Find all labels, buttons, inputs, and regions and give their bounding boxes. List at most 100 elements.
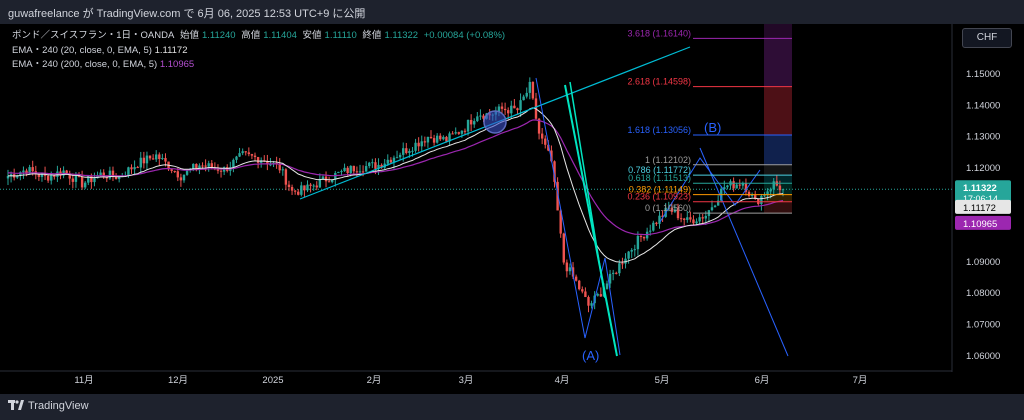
symbol-name[interactable]: ポンド／スイスフラン・1日・OANDA [12, 30, 174, 41]
candle-body [679, 218, 683, 220]
candle-body [686, 217, 689, 220]
fib-label-0: 3.618 (1.16140) [627, 28, 691, 38]
candle-body [599, 294, 603, 297]
candle-body [300, 185, 303, 195]
publish-info: guwafreelance が TradingView.com で 6月 06,… [8, 8, 366, 20]
price-chart[interactable]: (A) (B) 3.618 (1.16140) 2.618 (1.14598) 1.61… [0, 24, 1024, 394]
candle-body [608, 273, 612, 284]
candle-body [281, 169, 285, 171]
ema20-legend[interactable]: EMA・240 (20, close, 0, EMA, 5) 1.11172 [12, 44, 508, 59]
candle-body [503, 108, 507, 111]
candle-body [297, 191, 300, 195]
candle-body [639, 236, 643, 238]
last-price-label: 1.11322 [963, 183, 997, 194]
candle-body [185, 170, 189, 175]
candle-body [290, 187, 294, 191]
candle-body [364, 166, 368, 172]
candle-body [139, 157, 142, 168]
candle-body [540, 133, 544, 139]
candle-body [355, 171, 359, 173]
candle-body [426, 136, 430, 143]
candle-body [414, 142, 417, 151]
tradingview-logo[interactable]: TradingView [8, 400, 89, 412]
candle-body [287, 184, 291, 188]
candle-body [763, 195, 766, 197]
y-tick-label-7: 1.07000 [966, 320, 1000, 331]
candle-body [253, 155, 257, 158]
candle-body [633, 249, 636, 251]
candle-body [352, 165, 356, 172]
fib-zone-8 [764, 201, 792, 214]
candle-body [204, 165, 207, 167]
fib-zone-0 [764, 24, 792, 39]
candle-body [371, 162, 374, 164]
ema200-legend[interactable]: EMA・240 (200, close, 0, EMA, 5) 1.10965 [12, 58, 508, 73]
candle-body [201, 165, 204, 167]
candle-body [652, 222, 655, 231]
candle-body [192, 163, 195, 169]
x-tick-label-1: 12月 [168, 375, 188, 386]
y-tick-label-3: 1.12000 [966, 163, 1000, 174]
fib-zone-1 [764, 38, 792, 87]
candle-body [182, 174, 186, 181]
ema20-label: EMA・240 (20, close, 0, EMA, 5) [12, 44, 152, 56]
wave-label-a: (A) [582, 348, 599, 363]
fib-label-1: 2.618 (1.14598) [627, 77, 691, 87]
candle-body [127, 167, 130, 176]
candle-body [581, 289, 584, 292]
fib-label-3: 1 (1.12102) [645, 155, 691, 165]
chart-legend: ポンド／スイスフラン・1日・OANDA 始値 1.11240 高値 1.11404 … [12, 29, 508, 73]
candle-body [420, 141, 423, 147]
candle-body [358, 171, 362, 173]
candle-body [735, 184, 738, 189]
candle-body [432, 138, 436, 143]
candle-body [655, 222, 658, 224]
candle-body [142, 157, 146, 164]
candle-body [445, 136, 448, 142]
candle-body [611, 272, 615, 274]
candle-body [627, 251, 630, 259]
candle-body [176, 171, 180, 178]
candle-body [306, 184, 309, 191]
candle-body [318, 179, 322, 188]
currency-button[interactable]: CHF [962, 28, 1012, 48]
candle-body [435, 135, 439, 143]
candle-body [309, 184, 312, 186]
candle-body [50, 175, 53, 181]
x-tick-label-8: 7月 [853, 375, 868, 386]
x-tick-label-4: 3月 [459, 375, 474, 386]
candle-body [417, 142, 420, 147]
tradingview-logo-icon [8, 400, 24, 410]
candle-body [244, 151, 247, 153]
candle-body [636, 236, 640, 250]
candle-body [408, 151, 411, 154]
fib-zone-3 [764, 134, 792, 165]
candle-body [37, 174, 41, 177]
candle-body [454, 132, 457, 134]
ema200-label: EMA・240 (200, close, 0, EMA, 5) [12, 59, 158, 70]
candle-body [303, 185, 306, 191]
candle-body [506, 110, 510, 114]
candle-body [148, 155, 152, 159]
change-value: +0.00084 (+0.08%) [423, 30, 506, 41]
candle-body [93, 178, 96, 183]
candle-body [256, 157, 260, 163]
candle-body [151, 158, 155, 160]
candle-body [479, 115, 482, 117]
candle-body [528, 81, 532, 93]
candle-body [343, 167, 346, 172]
candle-body [405, 148, 408, 154]
y-tick-label-5: 1.09000 [966, 257, 1000, 268]
ohlc-row: ポンド／スイスフラン・1日・OANDA 始値 1.11240 高値 1.11404 … [12, 29, 508, 44]
candle-body [247, 152, 251, 155]
candle-body [522, 96, 525, 101]
fib-label-2: 1.618 (1.13056) [627, 125, 691, 135]
candle-body [170, 169, 173, 171]
wave-label-b: (B) [704, 120, 721, 135]
candle-body [701, 217, 704, 219]
candle-body [466, 119, 470, 132]
candle-body [587, 297, 590, 306]
ema20-price-label: 1.11172 [963, 203, 996, 214]
touch-circle [483, 110, 507, 134]
candle-body [90, 175, 93, 183]
